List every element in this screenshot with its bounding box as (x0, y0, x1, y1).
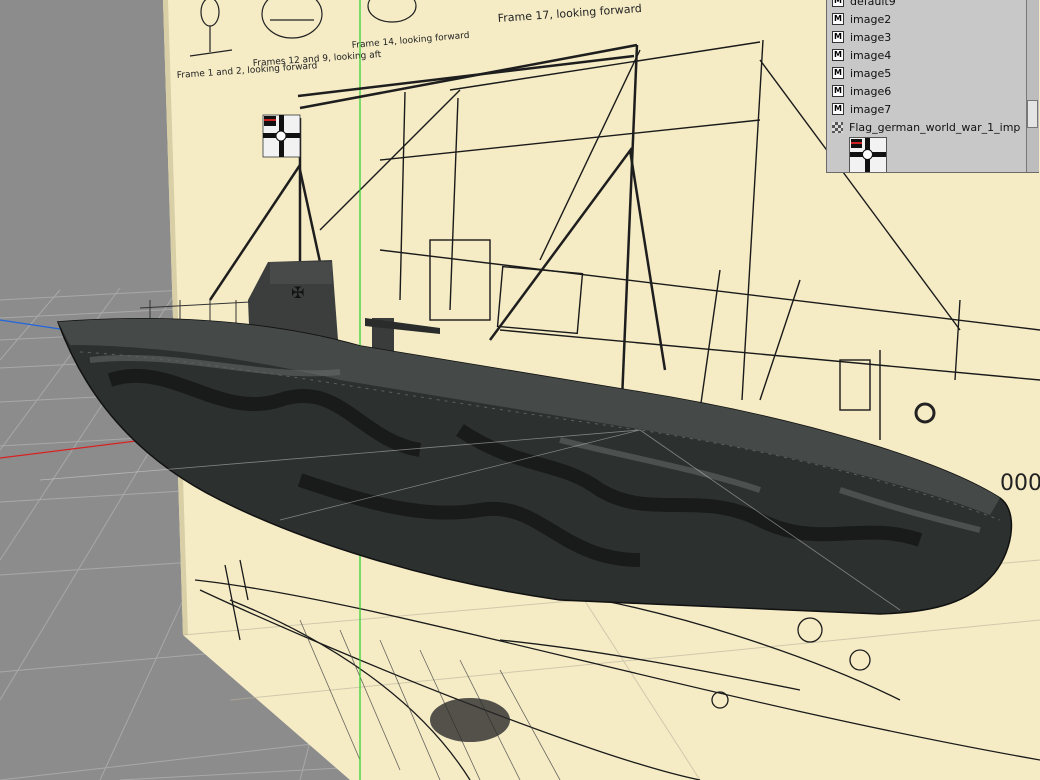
texture-icon (832, 121, 843, 133)
material-item-default9[interactable]: M default9 (827, 0, 1025, 10)
material-item-image6[interactable]: M image6 (827, 82, 1025, 100)
texture-item-flag[interactable]: Flag_german_world_war_1_imp (827, 118, 1025, 136)
flag-thumbnail-image (850, 138, 886, 172)
3d-viewport[interactable]: Frame 1 and 2, looking forward Frames 12… (0, 0, 1040, 780)
material-icon: M (832, 0, 844, 7)
flag-canton-red (264, 119, 276, 121)
material-icon: M (832, 13, 844, 25)
material-label: image3 (850, 30, 892, 44)
material-list[interactable]: M default9 M image2 M image3 M image4 M … (827, 0, 1025, 136)
conning-tower-top (270, 262, 332, 284)
material-label: image7 (850, 102, 892, 116)
blueprint-numbers: 000 (1000, 471, 1040, 496)
flag-medallion (275, 130, 287, 142)
material-label: image2 (850, 12, 892, 26)
material-label: image6 (850, 84, 892, 98)
material-icon: M (832, 103, 844, 115)
texture-label: Flag_german_world_war_1_imp (849, 120, 1021, 134)
material-list-scrollbar[interactable] (1026, 0, 1039, 172)
material-label: default9 (850, 0, 896, 8)
scrollbar-thumb[interactable] (1027, 100, 1038, 128)
material-item-image4[interactable]: M image4 (827, 46, 1025, 64)
material-label: image4 (850, 48, 892, 62)
material-icon: M (832, 31, 844, 43)
texture-thumbnail[interactable] (849, 137, 887, 172)
material-icon: M (832, 49, 844, 61)
iron-cross-mark: ✠ (291, 283, 304, 302)
material-icon: M (832, 85, 844, 97)
material-label: image5 (850, 66, 892, 80)
blueprint-lower-detail (430, 698, 510, 742)
material-list-panel[interactable]: M default9 M image2 M image3 M image4 M … (826, 0, 1039, 173)
material-item-image7[interactable]: M image7 (827, 100, 1025, 118)
material-item-image3[interactable]: M image3 (827, 28, 1025, 46)
material-icon: M (832, 67, 844, 79)
material-item-image2[interactable]: M image2 (827, 10, 1025, 28)
material-item-image5[interactable]: M image5 (827, 64, 1025, 82)
